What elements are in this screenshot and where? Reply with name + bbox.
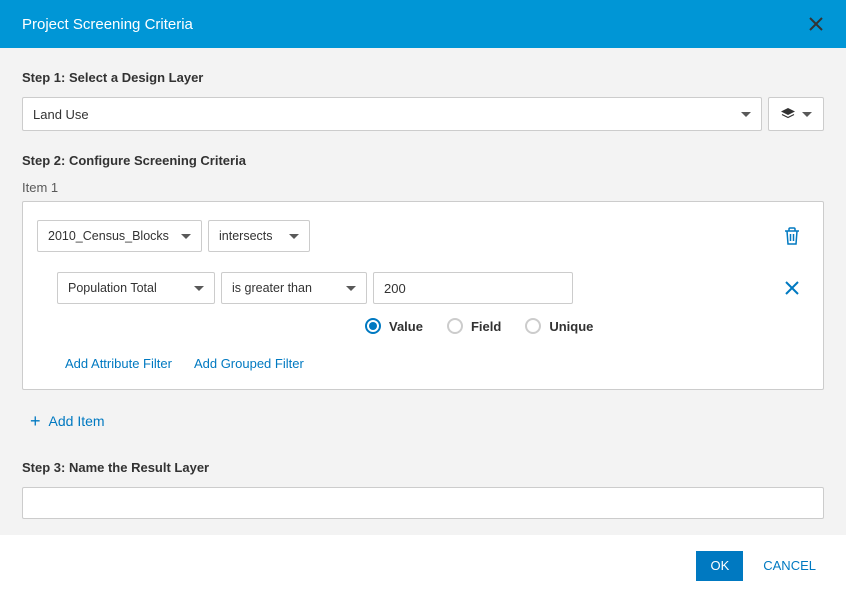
criteria-item-card: 2010_Census_Blocks intersects Population… (22, 201, 824, 390)
radio-unique[interactable]: Unique (525, 318, 593, 334)
filter-comparator-select[interactable]: is greater than (221, 272, 367, 304)
add-item-label: Add Item (49, 413, 105, 429)
spatial-layer-select[interactable]: 2010_Census_Blocks (37, 220, 202, 252)
radio-value-label: Value (389, 319, 423, 334)
spatial-layer-value: 2010_Census_Blocks (48, 229, 169, 243)
step1-label: Step 1: Select a Design Layer (22, 70, 824, 85)
spatial-op-value: intersects (219, 229, 273, 243)
filter-field-select[interactable]: Population Total (57, 272, 215, 304)
criteria-row-spatial: 2010_Census_Blocks intersects (37, 220, 801, 252)
chevron-down-icon (289, 234, 299, 239)
radio-circle-icon (447, 318, 463, 334)
remove-filter-icon[interactable] (783, 279, 801, 297)
filter-links-row: Add Attribute Filter Add Grouped Filter (37, 356, 801, 371)
chevron-down-icon (802, 112, 812, 117)
dialog-footer: OK CANCEL (0, 535, 846, 596)
add-attribute-filter-link[interactable]: Add Attribute Filter (65, 356, 172, 371)
spatial-op-select[interactable]: intersects (208, 220, 310, 252)
value-type-radio-group: Value Field Unique (37, 318, 801, 334)
chevron-down-icon (346, 286, 356, 291)
design-layer-value: Land Use (33, 107, 89, 122)
chevron-down-icon (194, 286, 204, 291)
design-layer-select[interactable]: Land Use (22, 97, 762, 131)
chevron-down-icon (181, 234, 191, 239)
result-layer-name-input[interactable] (22, 487, 824, 519)
filter-value-input[interactable] (373, 272, 573, 304)
ok-button[interactable]: OK (696, 551, 743, 581)
filter-field-value: Population Total (68, 281, 157, 295)
radio-field[interactable]: Field (447, 318, 501, 334)
chevron-down-icon (741, 112, 751, 117)
add-item-button[interactable]: + Add Item (22, 412, 824, 430)
close-icon[interactable] (808, 16, 824, 32)
radio-circle-icon (365, 318, 381, 334)
item-label: Item 1 (22, 180, 824, 195)
dialog-content: Step 1: Select a Design Layer Land Use S… (0, 48, 846, 535)
cancel-button[interactable]: CANCEL (763, 558, 816, 573)
step1-row: Land Use (22, 97, 824, 131)
step3-label: Step 3: Name the Result Layer (22, 460, 824, 475)
add-grouped-filter-link[interactable]: Add Grouped Filter (194, 356, 304, 371)
plus-icon: + (30, 412, 41, 430)
layers-icon (780, 106, 796, 122)
filter-comparator-value: is greater than (232, 281, 312, 295)
radio-value[interactable]: Value (365, 318, 423, 334)
dialog-header: Project Screening Criteria (0, 0, 846, 48)
radio-circle-icon (525, 318, 541, 334)
layer-picker-button[interactable] (768, 97, 824, 131)
criteria-row-filter: Population Total is greater than (37, 272, 801, 304)
radio-field-label: Field (471, 319, 501, 334)
radio-unique-label: Unique (549, 319, 593, 334)
dialog-title: Project Screening Criteria (22, 16, 193, 33)
step2-label: Step 2: Configure Screening Criteria (22, 153, 824, 168)
trash-icon[interactable] (783, 226, 801, 246)
